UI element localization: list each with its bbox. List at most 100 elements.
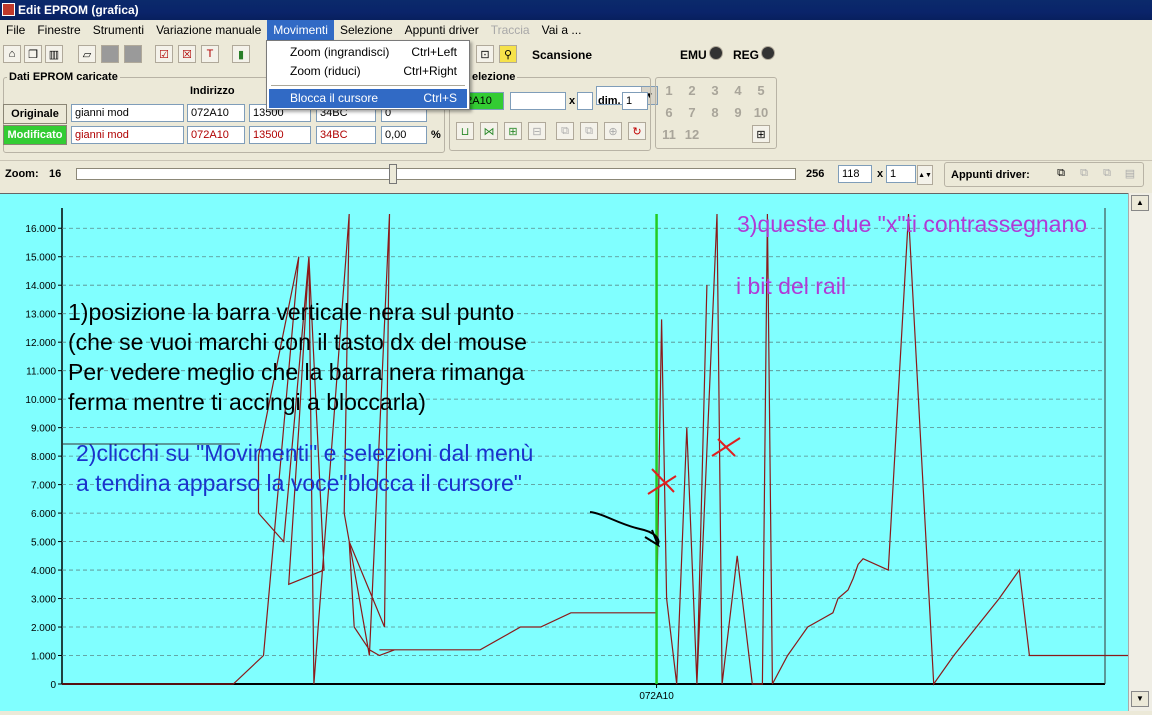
save-as-icon[interactable] [124, 45, 142, 63]
save-icon[interactable] [101, 45, 119, 63]
preset-3[interactable]: 3 [706, 83, 724, 98]
zoom-label: Zoom: [5, 168, 39, 180]
device-icon[interactable]: ▮ [232, 45, 250, 63]
windows-icon[interactable]: ❐ [24, 45, 42, 63]
y-tick-label: 9.000 [31, 424, 56, 435]
modificato-percent-field[interactable]: 0,00 [381, 126, 427, 144]
app-icon [2, 3, 15, 16]
preset-8[interactable]: 8 [706, 105, 724, 120]
zoom-value-field[interactable]: 118 [838, 165, 872, 183]
lock-icon[interactable]: ⊡ [476, 45, 494, 63]
originale-addr-field[interactable]: 072A10 [187, 104, 245, 122]
percent-label: % [431, 129, 441, 141]
title-bar: Edit EPROM (grafica) [0, 0, 1152, 20]
emu-label: EMU [680, 48, 707, 62]
preset-10[interactable]: 10 [752, 105, 770, 120]
select-end-icon[interactable]: ⊞ [504, 122, 522, 140]
reg-led-icon[interactable] [761, 46, 775, 60]
y-tick-label: 7.000 [31, 481, 56, 492]
zoom-mult-field[interactable]: 1 [886, 165, 916, 183]
x-box-icon[interactable]: ☒ [178, 45, 196, 63]
preset-1[interactable]: 1 [660, 83, 678, 98]
y-tick-label: 4.000 [31, 566, 56, 577]
modificato-addr-field[interactable]: 072A10 [187, 126, 245, 144]
modificato-name-field[interactable]: gianni mod [71, 126, 184, 144]
y-tick-label: 14.000 [25, 281, 56, 292]
modificato-value-field[interactable]: 13500 [249, 126, 311, 144]
menu-blocca-cursore[interactable]: Blocca il cursore Ctrl+S [269, 89, 467, 108]
y-tick-label: 8.000 [31, 452, 56, 463]
vertical-scrollbar[interactable]: ▲ ▼ [1128, 193, 1152, 711]
selezione-field2[interactable] [510, 92, 566, 110]
select-mid-icon[interactable]: ⋈ [480, 122, 498, 140]
modificato-hex-field[interactable]: 34BC [316, 126, 376, 144]
annotation-note-3: 3)queste due "x"ti contrassegnano [737, 211, 1087, 237]
preset-4[interactable]: 4 [729, 83, 747, 98]
y-tick-label: 13.000 [25, 310, 56, 321]
paste-sel-icon[interactable]: ⧉ [580, 122, 598, 140]
menu-finestre[interactable]: Finestre [31, 20, 86, 40]
preset-save-icon[interactable]: ⊞ [752, 125, 770, 143]
select-start-icon[interactable]: ⊔ [456, 122, 474, 140]
appunti-clear-icon[interactable]: ▤ [1121, 164, 1139, 182]
appunti-move-icon[interactable]: ⧉ [1098, 164, 1116, 182]
zoom-min: 16 [49, 168, 62, 180]
menu-zoom-in[interactable]: Zoom (ingrandisci) Ctrl+Left [269, 43, 467, 62]
movimenti-dropdown: Zoom (ingrandisci) Ctrl+Left Zoom (riduc… [266, 40, 470, 110]
scroll-up-icon[interactable]: ▲ [1131, 195, 1149, 211]
dim-field[interactable]: 1 [622, 92, 648, 110]
menu-zoom-out[interactable]: Zoom (riduci) Ctrl+Right [269, 62, 467, 81]
scroll-down-icon[interactable]: ▼ [1131, 691, 1149, 707]
move-sel-icon[interactable]: ⊕ [604, 122, 622, 140]
menu-variazione-manuale[interactable]: Variazione manuale [150, 20, 267, 40]
appunti-paste-icon[interactable]: ⧉ [1075, 164, 1093, 182]
home-icon[interactable]: ⌂ [3, 45, 21, 63]
zoom-slider-track[interactable] [76, 168, 796, 180]
menu-appunti-driver[interactable]: Appunti driver [399, 20, 485, 40]
zoom-slider-thumb[interactable] [388, 164, 397, 184]
open-folder-icon[interactable]: ▱ [78, 45, 96, 63]
y-tick-label: 16.000 [25, 224, 56, 235]
menu-bar: File Finestre Strumenti Variazione manua… [0, 20, 1152, 40]
menu-file[interactable]: File [0, 20, 31, 40]
menu-zoom-out-shortcut: Ctrl+Right [403, 64, 457, 78]
reg-label: REG [733, 48, 760, 62]
indirizzo-header: Indirizzo [190, 85, 235, 97]
preset-7[interactable]: 7 [683, 105, 701, 120]
window-title: Edit EPROM (grafica) [18, 3, 139, 17]
modificato-button[interactable]: Modificato [3, 125, 67, 145]
preset-11[interactable]: 11 [660, 127, 678, 142]
preset-12[interactable]: 12 [683, 127, 701, 142]
zoom-spinner-icon[interactable]: ▲▼ [917, 165, 933, 185]
runner-icon[interactable]: ⚲ [499, 45, 517, 63]
originale-name-field[interactable]: gianni mod [71, 104, 184, 122]
preset-2[interactable]: 2 [683, 83, 701, 98]
originale-button[interactable]: Originale [3, 104, 67, 124]
menu-selezione[interactable]: Selezione [334, 20, 399, 40]
emu-led-icon[interactable] [709, 46, 723, 60]
menu-strumenti[interactable]: Strumenti [87, 20, 150, 40]
preset-6[interactable]: 6 [660, 105, 678, 120]
annotation-note-3: i bit del rail [736, 273, 846, 299]
preset-9[interactable]: 9 [729, 105, 747, 120]
t-box-icon[interactable]: T [201, 45, 219, 63]
selezione-x-field[interactable] [577, 92, 593, 110]
y-tick-label: 12.000 [25, 338, 56, 349]
menu-zoom-out-label: Zoom (riduci) [290, 64, 361, 78]
panel-icon[interactable]: ▥ [45, 45, 63, 63]
check-icon[interactable]: ☑ [155, 45, 173, 63]
selezione-x-label: x [569, 95, 576, 107]
menu-traccia: Traccia [490, 23, 530, 37]
menu-movimenti[interactable]: Movimenti [267, 20, 334, 40]
refresh-icon[interactable]: ↻ [628, 122, 646, 140]
preset-5[interactable]: 5 [752, 83, 770, 98]
annotation-note-1: 1)posizione la barra verticale nera sul … [68, 299, 514, 325]
select-clear-icon[interactable]: ⊟ [528, 122, 546, 140]
menu-vai-a[interactable]: Vai a ... [536, 20, 588, 40]
appunti-copy-icon[interactable]: ⧉ [1052, 164, 1070, 182]
chart-area[interactable]: 0 1.000 2.000 3.000 4.000 5.000 6.000 7.000 8.00… [0, 193, 1131, 711]
zoom-x-label: x [877, 168, 884, 180]
appunti-label: Appunti driver: [951, 169, 1030, 181]
copy-sel-icon[interactable]: ⧉ [556, 122, 574, 140]
menu-zoom-in-label: Zoom (ingrandisci) [290, 45, 390, 59]
